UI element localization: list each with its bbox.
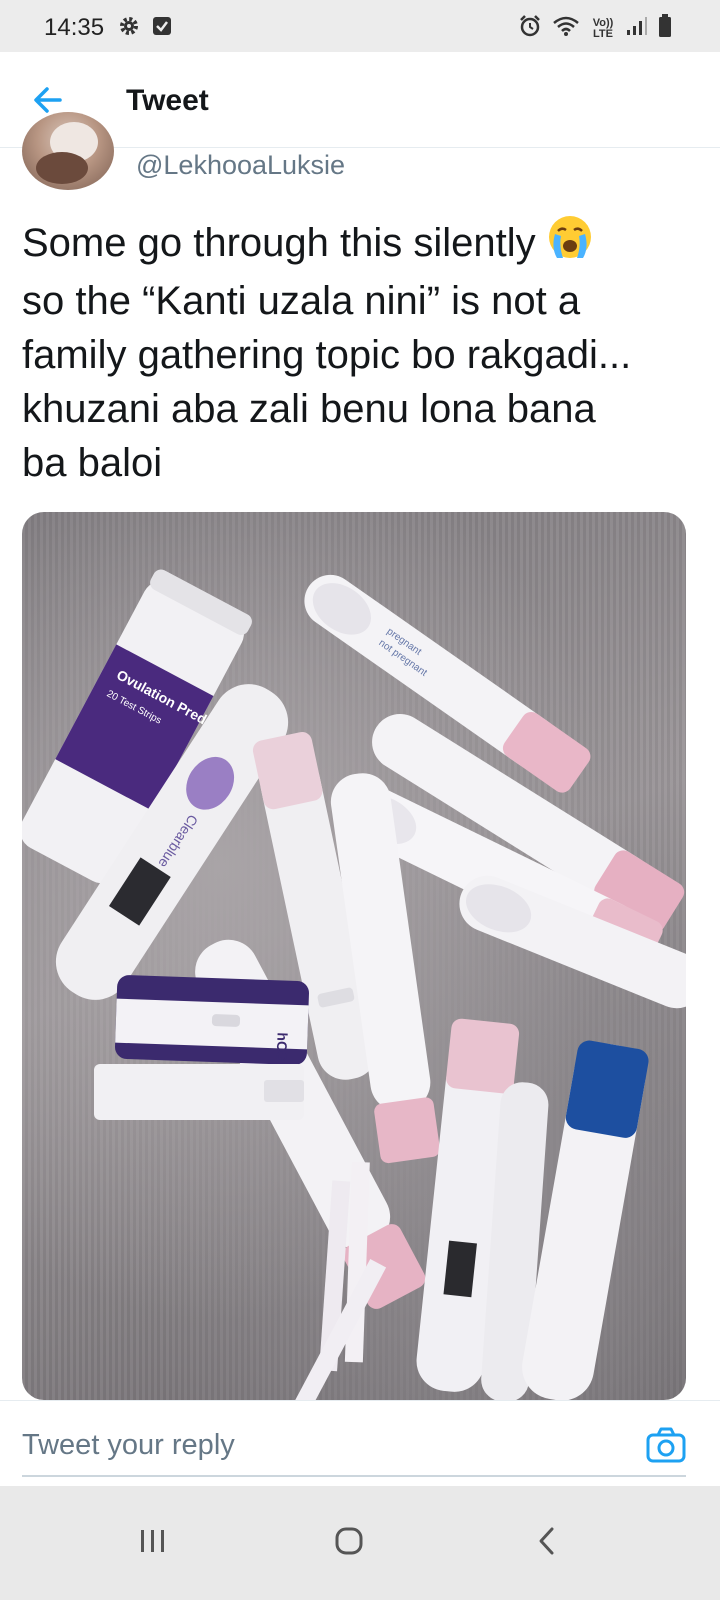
reply-input[interactable]: Tweet your reply	[22, 1429, 235, 1462]
alarm-icon	[518, 14, 542, 43]
page-title: Tweet	[126, 84, 209, 117]
tweet-line: so the “Kanti uzala nini” is not a	[22, 279, 581, 323]
recents-icon[interactable]	[128, 1516, 178, 1566]
tweet-line: family gathering topic bo rakgadi...	[22, 333, 632, 377]
reply-bar: Tweet your reply	[0, 1400, 720, 1486]
avatar[interactable]	[22, 112, 114, 190]
crying-face-icon	[547, 214, 593, 274]
checkbox-notification-icon	[152, 15, 172, 42]
tweet-line: ba baloi	[22, 441, 163, 485]
hcg-label: hCG	[274, 1032, 291, 1062]
hcg-cassette: hCG	[115, 975, 309, 1065]
status-bar: 14:35 Vo)) LTE	[0, 0, 720, 52]
tweet-line: Some go through this silently	[22, 214, 702, 274]
settings-gear-icon	[118, 15, 140, 42]
battery-icon	[658, 14, 672, 43]
tweet-media-photo[interactable]: Ovulation Pred 20 Test Strips Clearblue …	[22, 512, 686, 1400]
wifi-icon	[552, 15, 580, 42]
plain-cassette	[94, 1064, 304, 1120]
camera-icon[interactable]	[646, 1427, 686, 1463]
status-time: 14:35	[44, 14, 105, 41]
tweet-line: khuzani aba zali benu lona bana	[22, 387, 596, 431]
back-icon[interactable]	[522, 1516, 572, 1566]
tweet-text: Some go through this silently so the “Ka…	[22, 214, 702, 490]
signal-icon	[626, 16, 648, 41]
system-nav-bar	[0, 1486, 720, 1600]
home-icon[interactable]	[324, 1516, 374, 1566]
volte-lte-icon: Vo)) LTE	[592, 16, 614, 40]
reply-underline	[22, 1475, 686, 1477]
author-handle[interactable]: @LekhooaLuksie	[136, 150, 345, 181]
